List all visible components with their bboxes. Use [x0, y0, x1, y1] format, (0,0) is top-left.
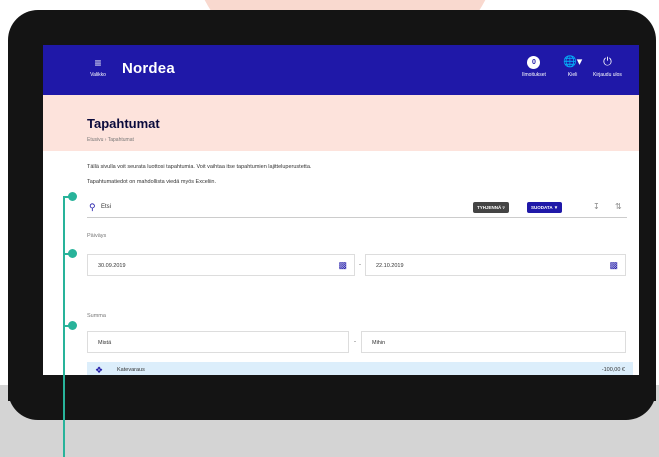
search-icon: ⚲ [89, 202, 96, 212]
info-text-line-2: Tapahtumatiedot on mahdollista viedä myö… [87, 179, 217, 185]
date-range-separator: - [359, 262, 361, 268]
date-from-field[interactable]: 30.09.2019 ▩ [87, 254, 355, 276]
transaction-description: Katevaraus [117, 367, 145, 373]
notifications-button[interactable]: 0 Ilmoitukset [522, 56, 546, 78]
sum-to-placeholder: Mihin [372, 340, 386, 346]
date-from-value: 30.09.2019 [98, 263, 126, 269]
language-label: Kieli [567, 72, 578, 78]
power-icon: ⏻ [603, 56, 612, 68]
menu-button[interactable]: ≡ Valikko [86, 57, 110, 78]
date-to-value: 22.10.2019 [376, 263, 404, 269]
callout-dot [68, 249, 77, 258]
globe-icon: 🌐▾ [563, 56, 583, 68]
sort-icon[interactable]: ⇅ [615, 202, 622, 211]
notifications-count-badge: 0 [527, 56, 541, 69]
device-frame-bottom [8, 375, 656, 401]
page-title: Tapahtumat [87, 116, 160, 131]
clear-filters-label: TYHJENNÄ [477, 205, 502, 210]
calendar-icon[interactable]: ▩ [338, 260, 347, 271]
breadcrumb[interactable]: Etusivu › Tapahtumat [87, 137, 134, 143]
date-to-field[interactable]: 22.10.2019 ▩ [365, 254, 626, 276]
filter-button[interactable]: SUODATA ▼ [527, 202, 563, 213]
sum-to-field[interactable]: Mihin [361, 331, 626, 353]
app-screen: ≡ Valikko Nordea 0 Ilmoitukset 🌐▾ Kieli … [43, 45, 639, 384]
filter-clear-icon: ▿ [502, 205, 505, 210]
download-icon[interactable]: ↧ [593, 202, 600, 211]
notifications-label: Ilmoitukset [522, 72, 546, 78]
sum-label: Summa [87, 313, 106, 319]
sum-from-placeholder: Mistä [98, 340, 112, 346]
callout-line [63, 197, 65, 457]
sum-from-field[interactable]: Mistä [87, 331, 349, 353]
logout-button[interactable]: ⏻ Kirjaudu ulos [593, 56, 622, 78]
search-bar: ⚲ Etsi TYHJENNÄ ▿ SUODATA ▼ ↧ ⇅ [87, 199, 627, 218]
transaction-amount: -100,00 € [601, 367, 625, 373]
clear-filters-button[interactable]: TYHJENNÄ ▿ [473, 202, 509, 213]
funnel-icon: ▼ [553, 205, 559, 210]
menu-label: Valikko [90, 72, 106, 78]
sum-range-separator: - [354, 339, 356, 345]
device-frame: ≡ Valikko Nordea 0 Ilmoitukset 🌐▾ Kieli … [8, 10, 656, 420]
date-label: Päiväys [87, 233, 107, 239]
callout-dot [68, 321, 77, 330]
search-input[interactable]: Etsi [101, 204, 111, 210]
filter-label: SUODATA [531, 205, 553, 210]
top-navigation-bar: ≡ Valikko Nordea 0 Ilmoitukset 🌐▾ Kieli … [43, 45, 639, 95]
callout-dot [68, 192, 77, 201]
info-text-line-1: Tällä sivulla voit seurata luottosi tapa… [87, 164, 312, 170]
calendar-icon[interactable]: ▩ [609, 260, 618, 271]
language-button[interactable]: 🌐▾ Kieli [563, 56, 582, 78]
brand-logo[interactable]: Nordea [122, 60, 175, 77]
hamburger-menu-icon: ≡ [94, 56, 102, 70]
logout-label: Kirjaudu ulos [593, 72, 622, 78]
